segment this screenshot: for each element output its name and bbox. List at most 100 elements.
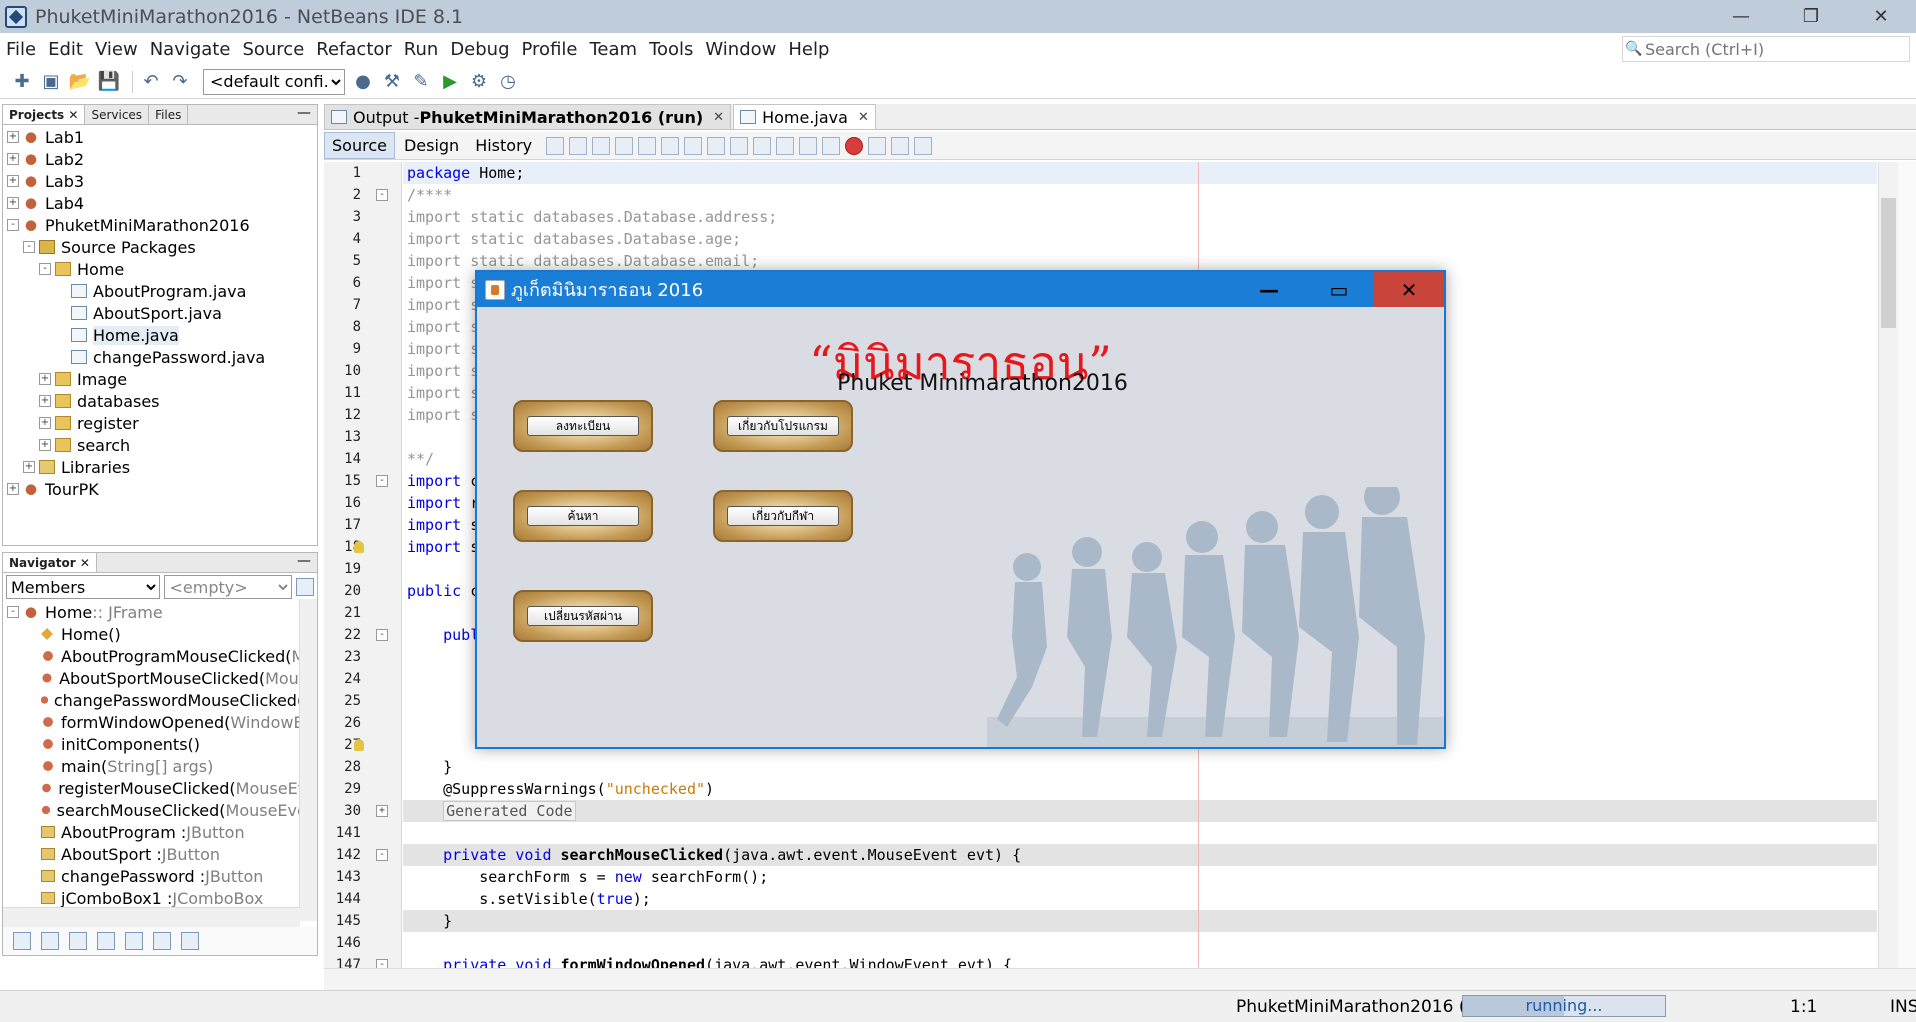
code-line[interactable]: searchForm s = new searchForm(); [403, 866, 1877, 888]
redo-icon[interactable]: ↷ [168, 70, 192, 94]
toggle-highlight-icon[interactable] [684, 136, 703, 155]
tab-files[interactable]: Files [149, 105, 189, 124]
register-button[interactable]: ลงทะเบียน [513, 400, 653, 452]
show-fqn-icon[interactable] [125, 932, 143, 950]
change-password-button[interactable]: เปลี่ยนรหัสผ่าน [513, 590, 653, 642]
menu-edit[interactable]: Edit [42, 39, 89, 60]
code-line[interactable]: } [403, 756, 1877, 778]
open-project-icon[interactable]: 📂 [68, 70, 92, 94]
restore-button[interactable]: ❐ [1776, 0, 1846, 33]
tree-node[interactable]: + Libraries [3, 456, 317, 478]
collapse-fold-icon[interactable]: - [376, 849, 388, 861]
navigator-member[interactable]: AboutProgram : JButton [33, 821, 317, 843]
code-line[interactable]: s.setVisible(true); [403, 888, 1877, 910]
toggle-bookmark-icon[interactable] [776, 136, 795, 155]
show-static-icon[interactable] [69, 932, 87, 950]
expand-icon[interactable]: + [39, 439, 51, 451]
tree-node[interactable]: + Lab2 [3, 148, 317, 170]
expand-icon[interactable]: + [39, 395, 51, 407]
editor-scroll-thumb[interactable] [1881, 198, 1896, 328]
tab-navigator[interactable]: Navigator ✕ [3, 553, 97, 572]
tab-output[interactable]: Output - PhuketMiniMarathon2016 (run) ✕ [324, 104, 732, 129]
collapse-icon[interactable]: - [7, 606, 19, 618]
close-icon[interactable]: ✕ [68, 108, 78, 122]
navigator-member[interactable]: AboutSport : JButton [33, 843, 317, 865]
navigator-member[interactable]: main(String[] args) [33, 755, 317, 777]
navigator-member[interactable]: changePassword : JButton [33, 865, 317, 887]
tab-source[interactable]: Source [324, 132, 395, 159]
tab-services[interactable]: Services [85, 105, 150, 124]
previous-bookmark-icon[interactable] [730, 136, 749, 155]
close-tab-icon[interactable]: ✕ [858, 110, 869, 125]
comment-icon[interactable] [891, 136, 910, 155]
last-edit-icon[interactable] [546, 136, 565, 155]
collapse-icon[interactable]: - [23, 241, 35, 253]
about-program-button[interactable]: เกี่ยวกับโปรแกรม [713, 400, 853, 452]
clean-build-icon[interactable]: ✎ [409, 70, 433, 94]
app-title-bar[interactable]: ภูเก็ตมินิมาราธอน 2016 — ▭ ✕ [477, 272, 1444, 307]
shift-left-icon[interactable] [799, 136, 818, 155]
sort-by-name-icon[interactable] [153, 932, 171, 950]
undo-icon[interactable]: ↶ [139, 70, 163, 94]
code-line[interactable]: package Home; [403, 162, 1877, 184]
debug-project-icon[interactable]: ⚙ [467, 70, 491, 94]
find-selection-icon[interactable] [615, 136, 634, 155]
code-line[interactable]: @SuppressWarnings("unchecked") [403, 778, 1877, 800]
collapse-fold-icon[interactable]: - [376, 189, 388, 201]
navigator-member[interactable]: Home() [33, 623, 317, 645]
navigator-member[interactable]: AboutSportMouseClicked(Mouse [33, 667, 317, 689]
tab-design[interactable]: Design [397, 133, 466, 158]
code-line[interactable] [403, 822, 1877, 844]
code-line[interactable]: } [403, 910, 1877, 932]
minimize-panel-icon[interactable]: — [297, 553, 311, 569]
forward-icon[interactable] [592, 136, 611, 155]
tree-node[interactable]: - Source Packages [3, 236, 317, 258]
close-button[interactable]: ✕ [1846, 0, 1916, 33]
tree-node[interactable]: + Lab4 [3, 192, 317, 214]
code-line[interactable]: /**** [403, 184, 1877, 206]
expand-icon[interactable]: + [23, 461, 35, 473]
expand-fold-icon[interactable]: + [376, 805, 388, 817]
expand-icon[interactable]: + [39, 417, 51, 429]
menu-file[interactable]: File [0, 39, 42, 60]
code-line[interactable]: import static databases.Database.age; [403, 228, 1877, 250]
collapse-fold-icon[interactable]: - [376, 629, 388, 641]
editor-horizontal-scrollbar[interactable] [324, 968, 1916, 990]
navigator-member[interactable]: jComboBox1 : JComboBox [33, 887, 317, 909]
expand-icon[interactable]: + [39, 373, 51, 385]
uncomment-icon[interactable] [914, 136, 933, 155]
tab-home-java[interactable]: Home.java ✕ [733, 104, 876, 129]
tab-history[interactable]: History [468, 133, 539, 158]
menu-team[interactable]: Team [583, 39, 643, 60]
tree-node[interactable]: + databases [3, 390, 317, 412]
configuration-select[interactable]: <default confi... [203, 68, 345, 95]
shift-right-icon[interactable] [822, 136, 841, 155]
close-tab-icon[interactable]: ✕ [713, 110, 724, 125]
hint-bulb-icon[interactable] [354, 541, 364, 553]
app-close-button[interactable]: ✕ [1374, 272, 1444, 307]
about-sport-button[interactable]: เกี่ยวกับกีฬา [713, 490, 853, 542]
save-all-icon[interactable]: 💾 [97, 70, 121, 94]
expand-icon[interactable]: + [7, 483, 19, 495]
hint-bulb-icon[interactable] [354, 739, 364, 751]
navigator-member[interactable]: changePasswordMouseClicked(M [33, 689, 317, 711]
find-previous-icon[interactable] [638, 136, 657, 155]
menu-debug[interactable]: Debug [444, 39, 515, 60]
tree-node[interactable]: + TourPK [3, 478, 317, 500]
menu-navigate[interactable]: Navigate [144, 39, 237, 60]
menu-view[interactable]: View [89, 39, 144, 60]
collapse-fold-icon[interactable]: - [376, 475, 388, 487]
expand-icon[interactable]: + [7, 131, 19, 143]
new-file-icon[interactable]: ✚ [10, 70, 34, 94]
tree-node[interactable]: Home.java [3, 324, 317, 346]
menu-window[interactable]: Window [699, 39, 782, 60]
code-line[interactable]: private void searchMouseClicked(java.awt… [403, 844, 1877, 866]
show-nonpublic-icon[interactable] [97, 932, 115, 950]
tree-node[interactable]: changePassword.java [3, 346, 317, 368]
tree-node[interactable]: + search [3, 434, 317, 456]
navigator-member[interactable]: searchMouseClicked(MouseEven [33, 799, 317, 821]
minimize-button[interactable]: — [1706, 0, 1776, 33]
app-minimize-button[interactable]: — [1234, 272, 1304, 307]
collapse-icon[interactable]: - [39, 263, 51, 275]
expand-icon[interactable]: + [7, 175, 19, 187]
